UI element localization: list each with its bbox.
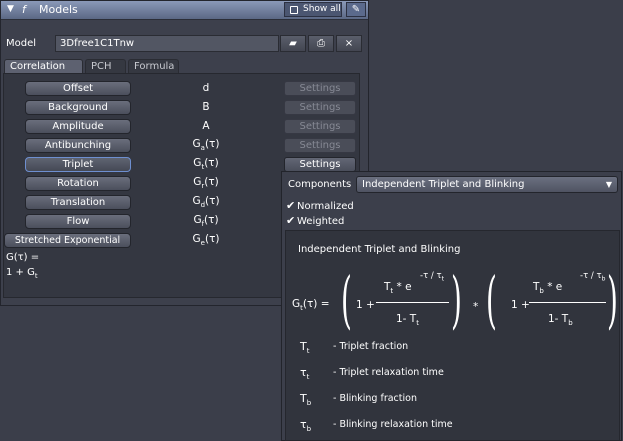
- flow-button[interactable]: Flow: [25, 214, 131, 229]
- formula-display: Independent Triplet and Blinking Gt(τ) =…: [285, 230, 620, 441]
- open-folder-button[interactable]: ▰: [280, 35, 306, 52]
- tab-formula[interactable]: Formula: [128, 59, 179, 73]
- exponent-b: -τ / τb: [580, 271, 606, 283]
- rotation-button[interactable]: Rotation: [25, 176, 131, 191]
- formula-lhs: Gt(τ) =: [292, 298, 330, 313]
- triplet-settings-button[interactable]: Settings: [284, 157, 356, 172]
- denominator-b: 1- Tb: [548, 313, 573, 328]
- model-name-field[interactable]: 3Dfree1C1Tnw: [55, 35, 279, 52]
- antibunching-button[interactable]: Antibunching: [25, 138, 131, 153]
- offset-symbol: d: [202, 82, 210, 94]
- amplitude-button[interactable]: Amplitude: [25, 119, 131, 134]
- denominator-a: 1- Tt: [396, 313, 419, 328]
- multiply-sign: *: [473, 301, 479, 313]
- one-plus-b: 1 +: [511, 299, 530, 311]
- components-dropdown[interactable]: Independent Triplet and Blinking ▼: [356, 176, 618, 193]
- panel-title: Models: [39, 3, 78, 16]
- background-symbol: B: [202, 101, 210, 113]
- tab-correlation[interactable]: Correlation: [4, 59, 83, 73]
- legend-symbol: Tt: [300, 340, 310, 356]
- g-function-expression: 1 + Gt: [6, 267, 38, 280]
- translation-button[interactable]: Translation: [25, 195, 131, 210]
- one-plus-a: 1 +: [356, 299, 375, 311]
- background-settings-button[interactable]: Settings: [284, 100, 356, 115]
- exponent-a: -τ / τt: [420, 271, 444, 283]
- fraction-bar-a: [376, 302, 449, 303]
- right-paren-b: ): [607, 263, 618, 336]
- amplitude-settings-button[interactable]: Settings: [284, 119, 356, 134]
- close-icon: ×: [344, 38, 354, 49]
- edit-icon[interactable]: ✎: [346, 2, 366, 17]
- right-paren-a: ): [451, 263, 462, 336]
- triplet-symbol: Gt(τ): [193, 157, 219, 172]
- show-all-label: Show all: [303, 4, 341, 14]
- triplet-button[interactable]: Triplet: [25, 157, 131, 172]
- rotation-symbol: Gr(τ): [193, 176, 219, 191]
- legend-description: - Triplet fraction: [333, 341, 409, 352]
- legend-symbol: Tb: [300, 392, 312, 408]
- normalized-checkbox[interactable]: ✔ Normalized: [286, 199, 354, 212]
- flow-symbol: Gf(τ): [193, 214, 219, 229]
- translation-symbol: Gd(τ): [192, 195, 220, 210]
- collapse-icon[interactable]: ▼: [7, 4, 14, 14]
- offset-settings-button[interactable]: Settings: [284, 81, 356, 96]
- legend-symbol: τt: [300, 366, 310, 382]
- components-label: Components: [288, 179, 352, 190]
- left-paren-b: (: [486, 263, 497, 336]
- stretched-exponential-symbol: Ge(τ): [192, 233, 220, 248]
- show-all-checkbox[interactable]: [290, 6, 298, 14]
- show-all-toggle[interactable]: Show all: [284, 2, 342, 17]
- folder-icon: ▰: [289, 38, 297, 49]
- check-icon: ✔: [286, 199, 296, 212]
- numerator-b: Tb * e: [533, 281, 563, 296]
- weighted-checkbox[interactable]: ✔ Weighted: [286, 214, 344, 227]
- amplitude-symbol: A: [202, 120, 210, 132]
- components-selected: Independent Triplet and Blinking: [362, 179, 525, 190]
- save-icon: ⎙: [317, 38, 325, 49]
- antibunching-symbol: Ga(τ): [192, 138, 220, 153]
- panel-titlebar[interactable]: ▼ f Models Show all ✎: [1, 1, 368, 20]
- legend-description: - Blinking relaxation time: [333, 419, 453, 430]
- antibunching-settings-button[interactable]: Settings: [284, 138, 356, 153]
- chevron-down-icon: ▼: [605, 180, 612, 189]
- background-button[interactable]: Background: [25, 100, 131, 115]
- g-function-label: G(τ) =: [6, 252, 40, 263]
- save-button[interactable]: ⎙: [308, 35, 334, 52]
- check-icon: ✔: [286, 214, 296, 227]
- normalized-label: Normalized: [297, 201, 354, 212]
- delete-button[interactable]: ×: [336, 35, 362, 52]
- legend-symbol: τb: [300, 418, 312, 434]
- formula-title: Independent Triplet and Blinking: [298, 244, 461, 255]
- model-label: Model: [6, 38, 37, 49]
- offset-button[interactable]: Offset: [25, 81, 131, 96]
- function-icon: f: [22, 3, 26, 16]
- weighted-label: Weighted: [297, 216, 345, 227]
- tab-pch[interactable]: PCH: [85, 59, 126, 73]
- stretched-exponential-button[interactable]: Stretched Exponential: [4, 233, 131, 248]
- legend-description: - Blinking fraction: [333, 393, 417, 404]
- triplet-settings-popup: Components Independent Triplet and Blink…: [281, 171, 622, 441]
- left-paren-a: (: [341, 263, 352, 336]
- legend-description: - Triplet relaxation time: [333, 367, 444, 378]
- numerator-a: Tt * e: [384, 281, 412, 296]
- fraction-bar-b: [529, 302, 606, 303]
